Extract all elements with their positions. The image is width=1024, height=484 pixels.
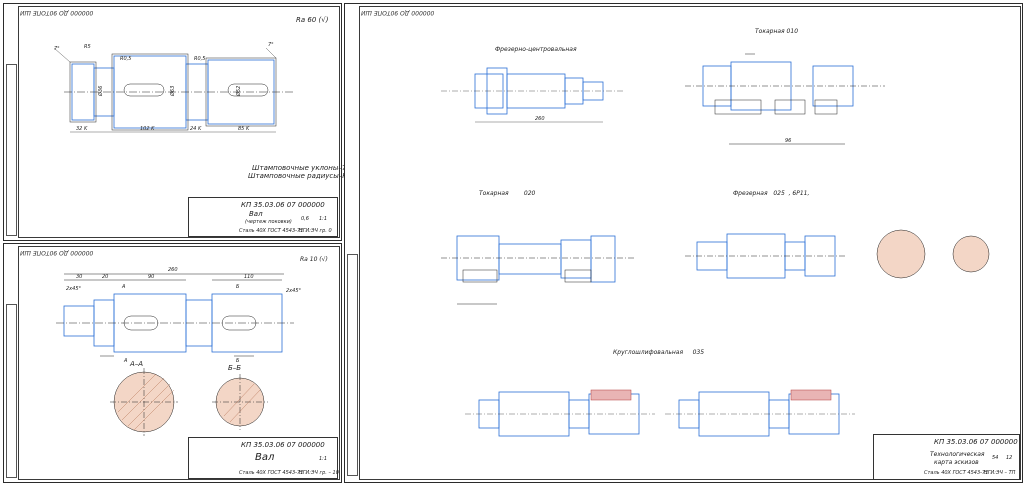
drawing-sheet-forging: 000000 ДО 90ТОПЕ ШИ Ra 60 (√) 32 K 102 K…: [3, 3, 354, 241]
svg-text:Ø52: Ø52: [235, 86, 242, 97]
svg-text:7°: 7°: [54, 46, 60, 52]
svg-text:А: А: [123, 358, 128, 364]
sheet-count-a: 54: [992, 455, 999, 461]
part-subtitle: (чертеж поковки): [245, 219, 292, 225]
group: НГИ:ЭЧ гр. – 10: [299, 470, 339, 476]
svg-text:Ø63: Ø63: [169, 86, 176, 97]
title-block: КП 35.03.06 07 000000 Вал (чертеж поковк…: [188, 197, 338, 237]
draft-radius-note: Штамповочные радиусы–R 3: [248, 172, 354, 180]
svg-text:110: 110: [244, 274, 254, 280]
group: НГИ:ЭЧ гр. 0: [299, 228, 332, 234]
svg-text:102 K: 102 K: [140, 126, 155, 132]
title-code: КП 35.03.06 07 000000: [241, 441, 325, 449]
title-code: КП 35.03.06 07 000000: [934, 438, 1018, 446]
process-sketch-sheet: 000000 ДО 90ТОПЕ ШИ Фрезерно-центровальн…: [344, 3, 1023, 483]
mass-value: 0,6: [301, 216, 309, 222]
length-260: 260: [535, 116, 545, 122]
title-block: КП 35.03.06 07 000000 Вал 1:1 Сталь 40Х …: [188, 437, 339, 479]
section-a-label: А–А: [129, 360, 143, 368]
scale-value: 1:1: [319, 216, 328, 222]
scale-value: 1:1: [319, 456, 328, 462]
svg-text:Б: Б: [236, 284, 240, 290]
material: Сталь 40Х ГОСТ 4543-71: [239, 470, 304, 476]
doc-name-line2: карта эскизов: [934, 459, 979, 466]
part-name: Вал: [255, 452, 275, 463]
doc-name-line1: Технологическая: [930, 451, 985, 458]
section-b-label: Б–Б: [228, 364, 241, 372]
svg-text:2x45°: 2x45°: [286, 288, 302, 294]
title-block: КП 35.03.06 07 000000 Технологическая ка…: [873, 434, 1020, 480]
svg-text:R0,5: R0,5: [194, 56, 205, 62]
svg-text:R0,5: R0,5: [120, 56, 131, 62]
process-sketches: 260 96: [441, 53, 990, 437]
sheet-count-b: 12: [1006, 455, 1013, 461]
svg-text:20: 20: [102, 274, 108, 280]
svg-text:30: 30: [76, 274, 82, 280]
svg-text:А: А: [121, 284, 126, 290]
svg-text:85 K: 85 K: [238, 126, 250, 132]
svg-text:32 K: 32 K: [76, 126, 88, 132]
svg-text:7°: 7°: [268, 42, 274, 48]
draft-angle-note: Штамповочные уклоны–7°: [252, 164, 350, 172]
svg-text:Ø36: Ø36: [97, 86, 104, 97]
length-96: 96: [785, 138, 791, 144]
svg-text:2x45°: 2x45°: [66, 286, 82, 292]
overall-length: 260: [168, 267, 178, 273]
svg-text:R5: R5: [84, 44, 91, 50]
svg-text:90: 90: [148, 274, 154, 280]
material: Сталь 40Х ГОСТ 4543-71: [239, 228, 304, 234]
svg-text:24 K: 24 K: [190, 126, 202, 132]
part-name: Вал: [249, 210, 263, 218]
title-code: КП 35.03.06 07 000000: [241, 201, 325, 209]
drawing-sheet-shaft: 000000 ДО 90ТОПЕ ШИ Ra 10 (√) 260 30 20 …: [3, 243, 342, 483]
material: Сталь 40Х ГОСТ 4543-71: [924, 470, 989, 476]
group: НГИ:ЭЧ – ТП: [984, 470, 1016, 476]
